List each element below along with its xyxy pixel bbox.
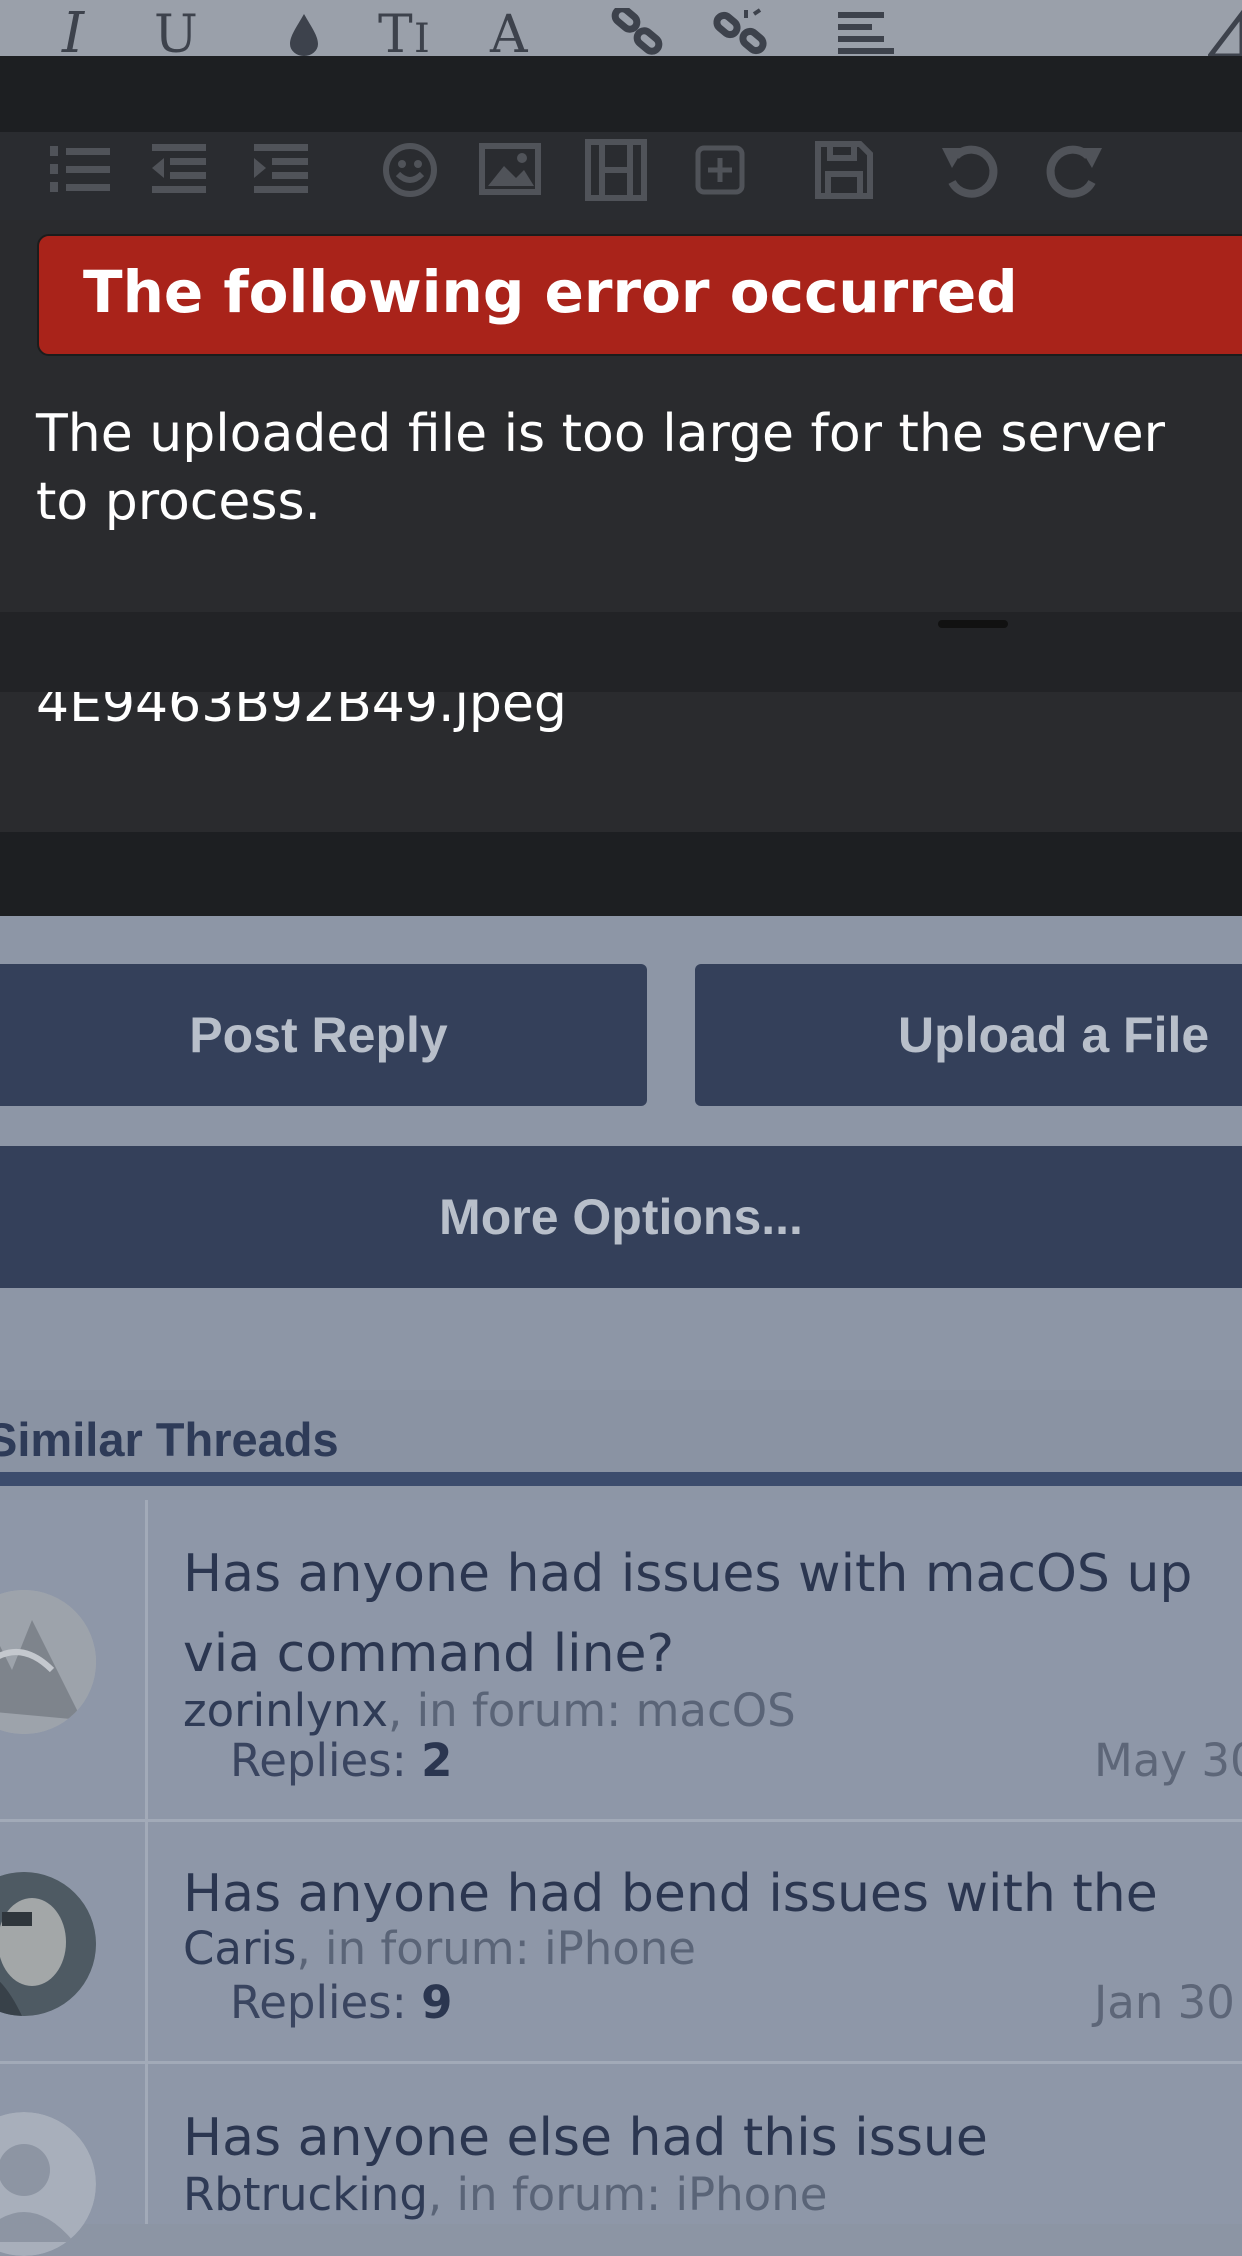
smiley-icon[interactable] [378, 138, 442, 202]
replies-count: 2 [421, 1734, 453, 1787]
svg-text:U: U [154, 6, 198, 56]
replies-label: Replies: [230, 1734, 407, 1787]
underline-icon[interactable]: U [152, 6, 204, 56]
error-message: The uploaded file is too large for the s… [36, 404, 1166, 532]
replies-label: Replies: [230, 1976, 407, 2029]
thread-forum: , in forum: macOS [387, 1684, 796, 1737]
unlink-icon[interactable] [712, 8, 772, 56]
font-size-icon[interactable]: TI [378, 6, 448, 56]
link-icon[interactable] [610, 8, 666, 56]
thread-title[interactable]: Has anyone else had this issue [183, 2098, 988, 2178]
similar-threads-heading: Similar Threads [0, 1413, 339, 1466]
more-options-button[interactable]: More Options... [0, 1146, 1242, 1288]
similar-threads-header: Similar Threads [0, 1390, 1242, 1486]
thread-title-line-2[interactable]: via command line? [183, 1614, 674, 1694]
post-reply-button[interactable]: Post Reply [0, 964, 647, 1106]
formatting-toolbar: I U TI A [0, 0, 1242, 56]
avatar-cell [0, 2064, 148, 2256]
upload-file-button[interactable]: Upload a File [695, 964, 1242, 1106]
thread-forum: , in forum: iPhone [427, 2168, 828, 2221]
text-color-icon[interactable] [286, 12, 322, 56]
thread-row[interactable]: Has anyone had issues with macOS up via … [0, 1500, 1242, 1822]
align-icon[interactable] [838, 12, 896, 56]
image-icon[interactable] [478, 138, 542, 202]
redo-icon[interactable] [1042, 138, 1106, 202]
save-icon[interactable] [812, 138, 876, 202]
thread-row[interactable]: Has anyone else had this issue Rbtruckin… [0, 2064, 1242, 2256]
italic-icon[interactable]: I [58, 6, 98, 56]
dialog-handle [938, 620, 1008, 628]
thread-replies: Replies: 2 [230, 1734, 452, 1787]
ordered-list-icon[interactable] [48, 138, 112, 202]
avatar[interactable] [0, 2112, 96, 2256]
error-dialog: The following error occurred The uploade… [0, 220, 1242, 832]
thread-author[interactable]: Rbtrucking [183, 2168, 428, 2221]
undo-icon[interactable] [938, 138, 1002, 202]
media-icon[interactable] [584, 138, 648, 202]
error-dialog-title: The following error occurred [83, 258, 1018, 326]
avatar[interactable] [0, 1872, 96, 2016]
error-dialog-header: The following error occurred [37, 234, 1242, 356]
insert-icon[interactable] [688, 138, 752, 202]
thread-meta: Caris, in forum: iPhone [183, 1922, 696, 1975]
dialog-footer [0, 612, 1242, 692]
page: I U TI A The following error occurred Th… [0, 0, 1242, 2256]
avatar-cell [0, 1500, 148, 1819]
thread-forum: , in forum: iPhone [296, 1922, 696, 1975]
svg-text:I: I [61, 6, 86, 56]
thread-meta: Rbtrucking, in forum: iPhone [183, 2168, 827, 2221]
svg-text:T: T [378, 6, 413, 56]
thread-row[interactable]: Has anyone had bend issues with the Cari… [0, 1822, 1242, 2064]
svg-text:A: A [489, 6, 529, 56]
font-icon[interactable]: A [488, 6, 538, 56]
thread-date: Jan 30 [1094, 1976, 1235, 2029]
svg-text:I: I [414, 16, 430, 56]
thread-replies: Replies: 9 [230, 1976, 452, 2029]
thread-title[interactable]: Has anyone had issues with macOS up [183, 1534, 1192, 1614]
outdent-icon[interactable] [148, 138, 212, 202]
avatar-cell [0, 1822, 148, 2061]
thread-author[interactable]: zorinlynx [183, 1684, 388, 1737]
thread-date: May 30 [1094, 1734, 1242, 1787]
avatar[interactable] [0, 1590, 96, 1734]
indent-icon[interactable] [250, 138, 314, 202]
triangle-icon[interactable] [1208, 10, 1242, 56]
thread-meta: zorinlynx, in forum: macOS [183, 1684, 796, 1737]
replies-count: 9 [421, 1976, 453, 2029]
thread-author[interactable]: Caris [183, 1922, 296, 1975]
